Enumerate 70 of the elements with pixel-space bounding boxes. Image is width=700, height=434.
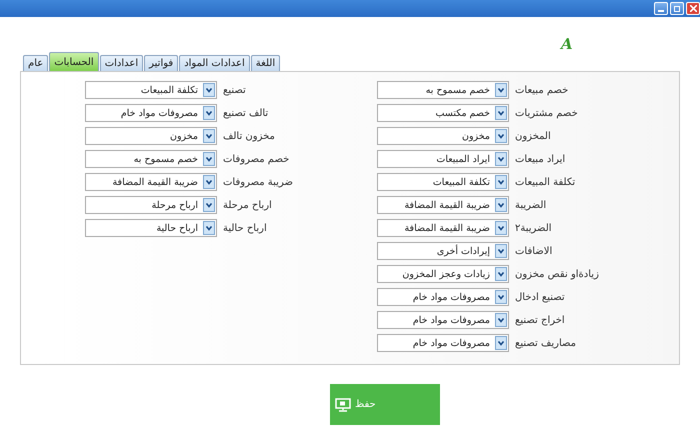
select-value: ضريبة القيمة المضافة [403, 200, 491, 210]
tab[interactable]: اللغة [250, 55, 280, 71]
account-select[interactable]: زيادات وعجز المخزون [377, 265, 509, 283]
field-label: ارباح حالية [223, 222, 267, 234]
field-label: ضريبة مصروفات [223, 176, 293, 188]
account-select[interactable]: مخزون [85, 127, 217, 145]
account-select[interactable]: خصم مكتسب [377, 104, 509, 122]
select-value: إيرادات أخرى [436, 246, 491, 256]
tab[interactable]: اعدادات المواد [179, 55, 250, 71]
field-label: الاضافات [515, 246, 552, 256]
field-label: ارباح مرحلة [223, 200, 272, 210]
select-value: مخزون [168, 130, 199, 142]
maximize-button[interactable] [670, 2, 684, 15]
select-value: ضريبة القيمة المضافة [403, 222, 491, 234]
field-label: اخراج تصنيع [515, 314, 565, 326]
field-label: مصاريف تصنيع [515, 338, 576, 348]
maximize-icon [674, 6, 680, 12]
field-label: زيادةاو نقص مخزون [515, 268, 599, 280]
account-select[interactable]: مخزون [377, 127, 509, 145]
select-value: مخزون [460, 130, 491, 142]
select-value: مصروفات مواد خام [412, 314, 491, 326]
account-select[interactable]: تكلفة المبيعات [85, 81, 217, 99]
select-value: تكلفة المبيعات [140, 84, 199, 96]
field-label: الضريبة [515, 200, 546, 210]
tab[interactable]: فواتير [144, 55, 178, 71]
account-select[interactable]: ضريبة القيمة المضافة [377, 219, 509, 237]
account-select[interactable]: تكلفة المبيعات [377, 173, 509, 191]
select-value: مصروفات مواد خام [412, 292, 491, 302]
monitor-icon [335, 398, 351, 412]
tab[interactable]: عام [23, 55, 48, 71]
select-value: ايراد المبيعات [435, 154, 491, 164]
account-select[interactable]: ايراد المبيعات [377, 150, 509, 168]
account-select[interactable]: مصروفات مواد خام [377, 334, 509, 352]
select-value: خصم مسموح به [424, 84, 491, 96]
field-label: خصم مشتريات [515, 108, 578, 118]
account-select[interactable]: إيرادات أخرى [377, 242, 509, 260]
field-label: مخزون تالف [223, 130, 275, 142]
account-select[interactable]: خصم مسموح به [85, 150, 217, 168]
minimize-button[interactable] [654, 2, 668, 15]
select-value: تكلفة المبيعات [432, 176, 491, 188]
account-select[interactable]: مصروفات مواد خام [85, 104, 217, 122]
select-value: زيادات وعجز المخزون [401, 268, 491, 280]
account-select[interactable]: ارباح مرحلة [85, 196, 217, 214]
select-value: ارباح حالية [155, 222, 199, 234]
field-label: تصنيع [223, 84, 246, 96]
field-label: خصم مصروفات [223, 154, 290, 164]
field-label: خصم مبيعات [515, 84, 568, 96]
field-label: ايراد مبيعات [515, 154, 566, 164]
select-value: خصم مسموح به [132, 154, 199, 164]
close-button[interactable] [686, 2, 700, 15]
account-select[interactable]: مصروفات مواد خام [377, 311, 509, 329]
field-label: تالف تصنيع [223, 108, 268, 118]
logo: A [561, 35, 573, 55]
account-select[interactable]: خصم مسموح به [377, 81, 509, 99]
select-value: مصروفات مواد خام [120, 108, 199, 118]
account-select[interactable]: ارباح حالية [85, 219, 217, 237]
field-label: تصنيع ادخال [515, 292, 565, 302]
tab[interactable]: اعدادات [100, 55, 144, 71]
field-label: الضريبة٢ [515, 222, 552, 234]
field-label: المخزون [515, 130, 551, 142]
select-value: خصم مكتسب [434, 108, 491, 118]
close-icon [690, 5, 696, 12]
field-label: تكلفة المبيعات [515, 176, 576, 188]
account-select[interactable]: ضريبة القيمة المضافة [377, 196, 509, 214]
account-select[interactable]: ضريبة القيمة المضافة [85, 173, 217, 191]
select-value: ارباح مرحلة [150, 200, 199, 210]
tab[interactable]: الحسابات [49, 52, 99, 71]
account-select[interactable]: مصروفات مواد خام [377, 288, 509, 306]
select-value: مصروفات مواد خام [412, 338, 491, 348]
select-value: ضريبة القيمة المضافة [111, 176, 199, 188]
